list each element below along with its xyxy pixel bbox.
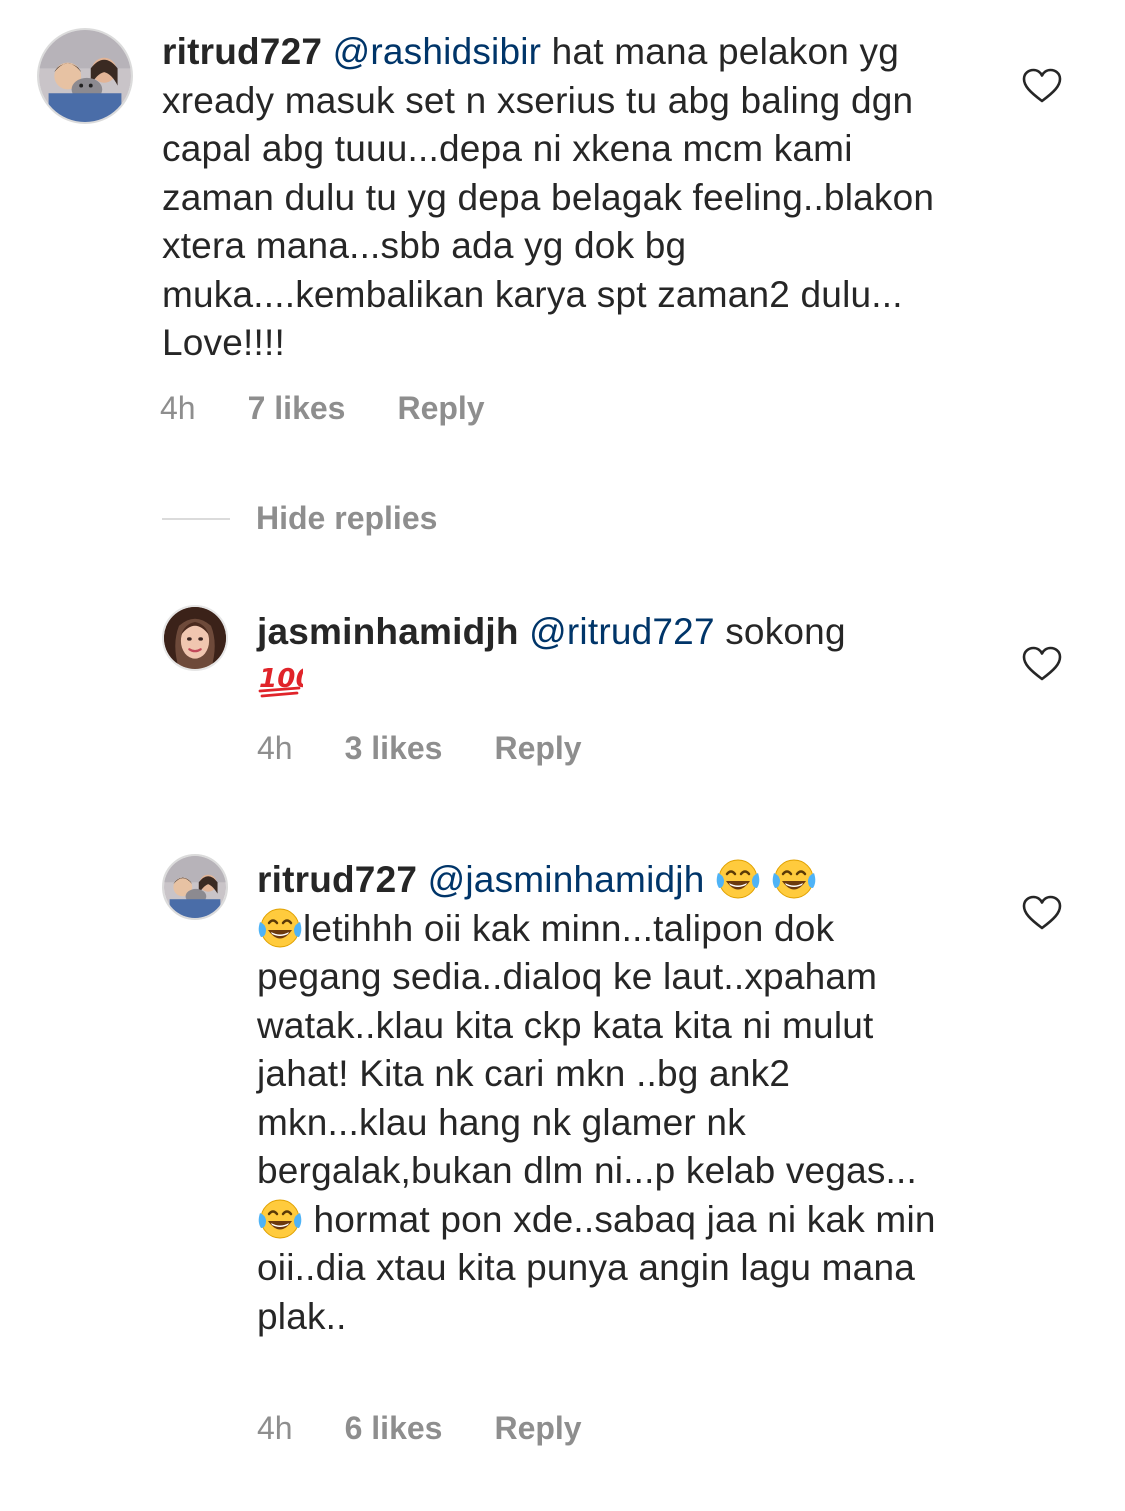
reply-button[interactable]: Reply <box>494 1410 581 1447</box>
like-heart-icon[interactable] <box>1022 895 1062 931</box>
likes-count[interactable]: 6 likes <box>345 1410 443 1447</box>
tears-of-joy-icon <box>257 907 303 949</box>
reply-body-continued: hormat pon xde..sabaq jaa ni kak min oii… <box>257 1198 947 1337</box>
comment-body: hat mana pelakon yg xready masuk set n x… <box>162 31 945 363</box>
reply-meta: 4h 3 likes Reply <box>257 730 582 767</box>
comment-text: ritrud727 @rashidsibir hat mana pelakon … <box>162 28 962 368</box>
reply-body: sokong <box>714 611 846 652</box>
likes-count[interactable]: 3 likes <box>345 730 443 767</box>
reply-time: 4h <box>257 1410 293 1446</box>
mention-link[interactable]: @jasminhamidjh <box>428 859 705 900</box>
avatar-photo-icon <box>39 30 131 122</box>
tears-of-joy-icon <box>257 1198 303 1240</box>
reply-time: 4h <box>257 730 293 766</box>
reply-text: ritrud727 @jasminhamidjh letihhh oii kak… <box>257 856 957 1341</box>
reply-button[interactable]: Reply <box>494 730 581 767</box>
reply-button[interactable]: Reply <box>397 390 484 427</box>
avatar[interactable] <box>162 605 228 671</box>
mention-link[interactable]: @ritrud727 <box>529 611 715 652</box>
comment-username[interactable]: ritrud727 <box>162 31 322 72</box>
divider-line <box>162 517 230 520</box>
hide-replies-toggle[interactable]: Hide replies <box>162 500 437 537</box>
reply-username[interactable]: ritrud727 <box>257 859 417 900</box>
hide-replies-label: Hide replies <box>256 500 438 536</box>
mention-link[interactable]: @rashidsibir <box>333 31 542 72</box>
tears-of-joy-icon <box>771 858 817 900</box>
like-heart-icon[interactable] <box>1022 646 1062 682</box>
avatar-photo-icon <box>164 607 226 669</box>
likes-count[interactable]: 7 likes <box>248 390 346 427</box>
reply-meta: 4h 6 likes Reply <box>257 1410 582 1447</box>
reply-body: letihhh oii kak minn...talipon dok pegan… <box>257 907 917 1192</box>
avatar[interactable] <box>37 28 133 124</box>
like-heart-icon[interactable] <box>1022 68 1062 104</box>
avatar[interactable] <box>162 854 228 920</box>
reply-username[interactable]: jasminhamidjh <box>257 611 519 652</box>
avatar-photo-icon <box>164 856 226 918</box>
hundred-points-icon: 100 <box>257 657 303 699</box>
reply-text: jasminhamidjh @ritrud727 sokong 100 <box>257 608 977 705</box>
tears-of-joy-icon <box>715 858 761 900</box>
comment-time: 4h <box>160 390 196 426</box>
comment-meta: 4h 7 likes Reply <box>160 390 485 427</box>
